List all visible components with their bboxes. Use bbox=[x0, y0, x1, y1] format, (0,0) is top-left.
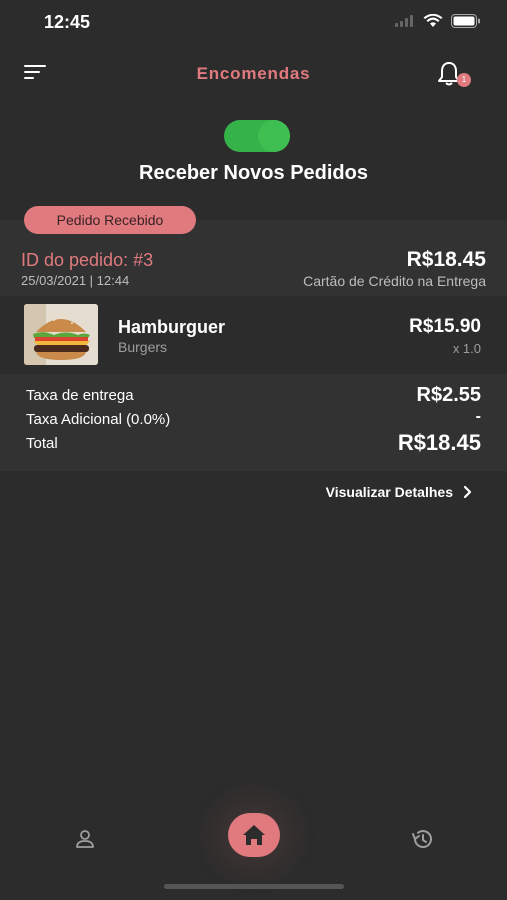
order-status-badge: Pedido Recebido bbox=[24, 206, 196, 234]
tab-profile[interactable] bbox=[74, 828, 96, 850]
notifications-button[interactable]: 1 bbox=[437, 61, 471, 89]
item-quantity: x 1.0 bbox=[452, 341, 481, 356]
item-name: Hamburguer bbox=[118, 317, 226, 337]
toggle-knob bbox=[258, 120, 290, 152]
home-icon bbox=[243, 825, 265, 845]
item-image bbox=[24, 304, 98, 365]
order-id: ID do pedido: #3 bbox=[21, 250, 154, 270]
wifi-icon bbox=[423, 14, 443, 27]
hamburger-image bbox=[24, 304, 98, 365]
view-details-link[interactable]: Visualizar Detalhes bbox=[326, 484, 473, 500]
order-total: R$18.45 bbox=[406, 248, 486, 271]
total-value: R$18.45 bbox=[397, 430, 481, 455]
toggle-label: Receber Novos Pedidos bbox=[139, 162, 368, 184]
app-header: Encomendas 1 bbox=[0, 55, 507, 95]
user-icon bbox=[76, 830, 94, 848]
history-icon bbox=[412, 830, 432, 848]
additional-fee-value: - bbox=[475, 408, 481, 425]
payment-method: Cartão de Crédito na Entrega bbox=[303, 273, 486, 289]
item-price: R$15.90 bbox=[409, 316, 481, 337]
delivery-fee-label: Taxa de entrega bbox=[26, 387, 134, 404]
notification-badge: 1 bbox=[457, 73, 471, 87]
battery-icon bbox=[451, 14, 480, 28]
list-item: Hamburguer Burgers R$15.90 x 1.0 bbox=[0, 296, 507, 374]
delivery-fee-value: R$2.55 bbox=[416, 384, 482, 406]
item-category: Burgers bbox=[118, 339, 168, 355]
view-details-label: Visualizar Detalhes bbox=[325, 484, 453, 500]
status-bar: 12:45 bbox=[0, 0, 507, 46]
order-summary: Taxa de entrega R$2.55 Taxa Adicional (0… bbox=[0, 374, 507, 471]
tab-home[interactable] bbox=[228, 813, 280, 857]
total-label: Total bbox=[26, 435, 58, 452]
cellular-signal-icon bbox=[395, 15, 413, 27]
tab-history[interactable] bbox=[410, 826, 436, 852]
status-icons bbox=[395, 14, 481, 28]
page-title: Encomendas bbox=[196, 64, 311, 83]
chevron-right-icon bbox=[463, 485, 472, 499]
additional-fee-label: Taxa Adicional (0.0%) bbox=[26, 411, 171, 428]
order-datetime: 25/03/2021 | 12:44 bbox=[21, 273, 130, 288]
status-time: 12:45 bbox=[44, 12, 91, 32]
receive-orders-toggle[interactable] bbox=[224, 120, 290, 152]
home-indicator bbox=[164, 884, 344, 889]
